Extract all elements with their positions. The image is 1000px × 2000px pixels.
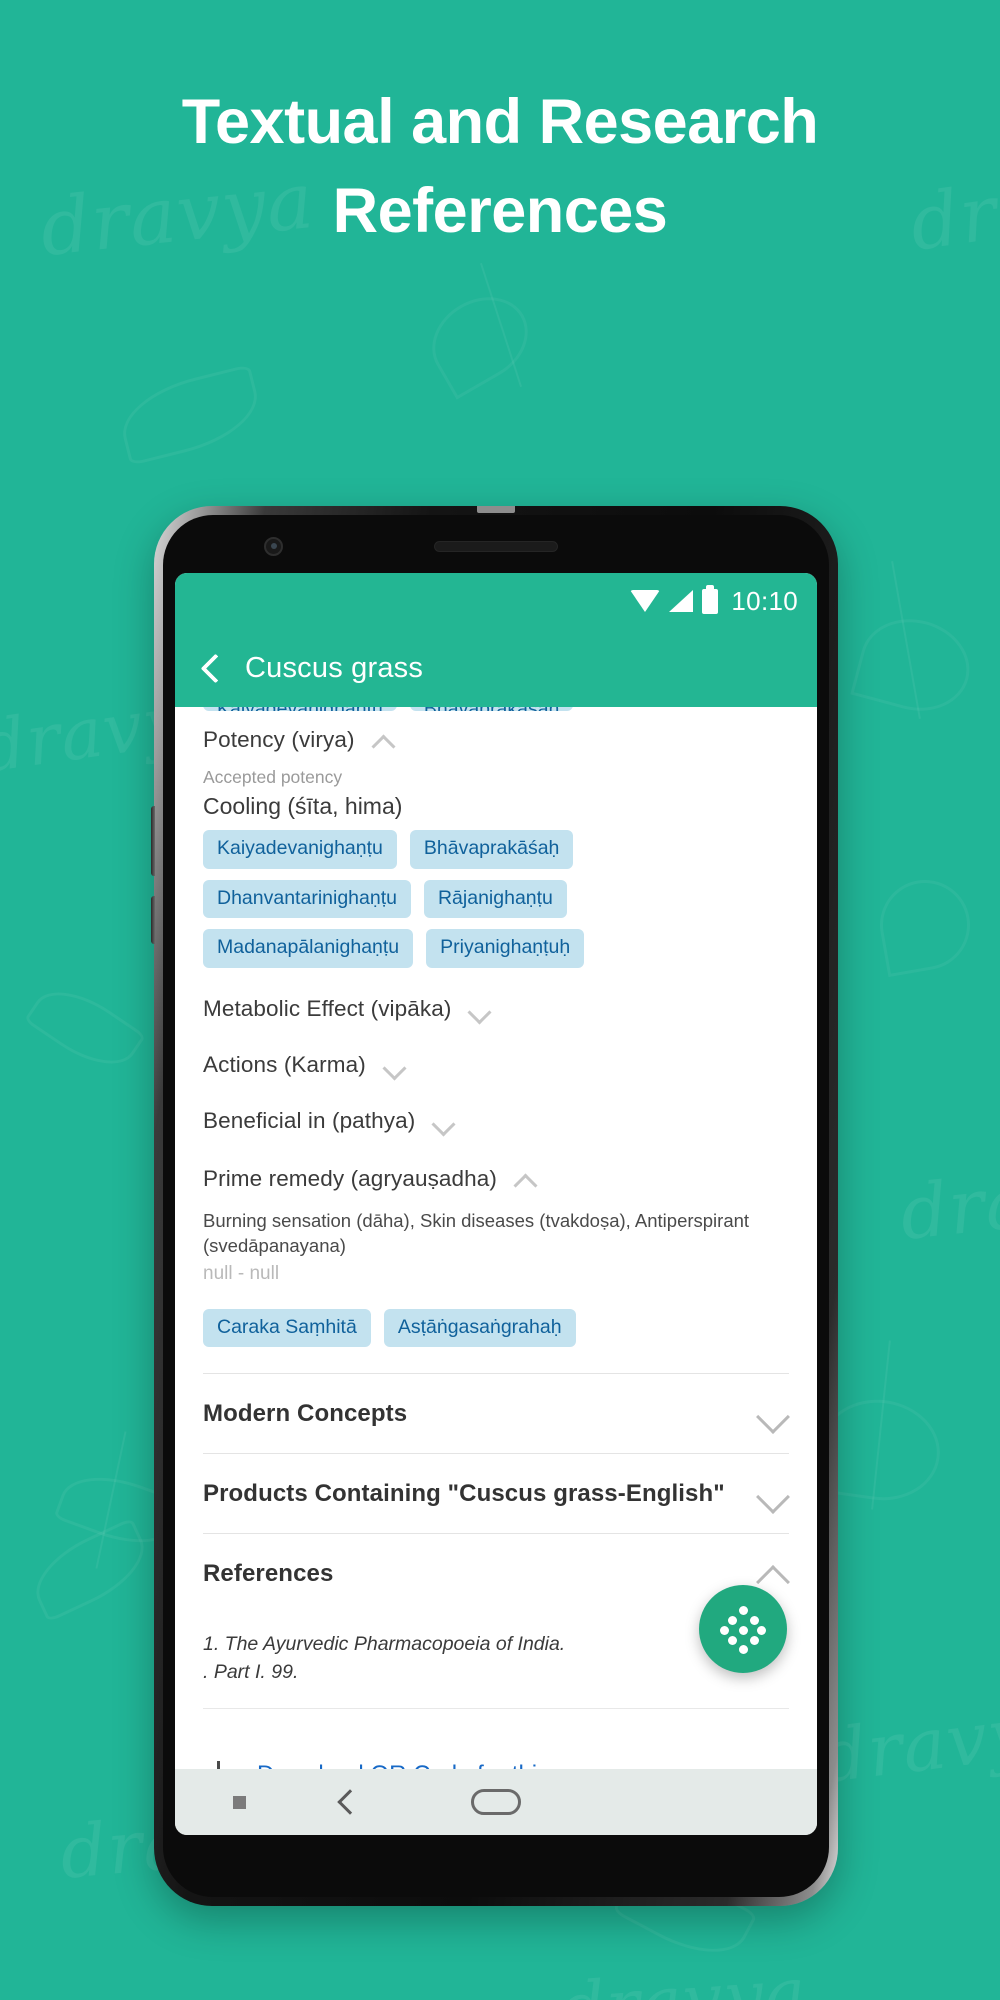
- background-doodle: dravya: [815, 1684, 1000, 1800]
- section-title: Modern Concepts: [203, 1400, 408, 1428]
- prime-remedy-source-chips: Caraka Saṃhitā Asṭāṅgasaṅgrahaḥ: [203, 1308, 789, 1348]
- status-bar: 10:10: [175, 573, 817, 629]
- chip[interactable]: Kaiyadevanighaṇṭu: [203, 830, 397, 869]
- section-products-containing[interactable]: Products Containing "Cuscus grass-Englis…: [203, 1453, 789, 1533]
- background-doodle: dravya: [557, 1951, 809, 2000]
- chip[interactable]: Kaiyadevanighaṇṭu: [203, 707, 397, 711]
- recents-square-icon[interactable]: [233, 1795, 246, 1809]
- accepted-potency-label: Accepted potency: [203, 767, 343, 787]
- section-title: Products Containing "Cuscus grass-Englis…: [203, 1480, 725, 1508]
- chip[interactable]: Caraka Saṃhitā: [203, 1308, 371, 1348]
- leaf-doodle: [113, 364, 267, 466]
- nav-back-icon[interactable]: [337, 1789, 363, 1815]
- prime-remedy-body: Burning sensation (dāha), Skin diseases …: [203, 1209, 750, 1257]
- signal-icon: [669, 590, 694, 612]
- page-headline: Textual and Research References: [0, 78, 1000, 257]
- chevron-down-icon[interactable]: [757, 1485, 789, 1503]
- accordion-beneficial-header[interactable]: Beneficial in (pathya): [203, 1084, 789, 1140]
- phone-mockup: 10:10 Cuscus grass Kaiyadevanighaṇṭu Bhā…: [151, 506, 838, 1906]
- app-bar: Cuscus grass: [175, 629, 817, 707]
- accordion-title: Metabolic Effect (vipāka): [203, 995, 452, 1021]
- accordion-title: Actions (Karma): [203, 1051, 366, 1077]
- leaf-doodle: [22, 1517, 158, 1623]
- battery-icon: [702, 584, 719, 614]
- download-qr-label: Download QR Code for this page.: [257, 1761, 616, 1769]
- potency-source-chips: Kaiyadevanighaṇṭu Bhāvaprakāśaḥ Dhanvant…: [203, 830, 593, 968]
- chip[interactable]: Rājanighaṇṭu: [423, 879, 567, 918]
- headline-line-1: Textual and Research: [181, 87, 819, 157]
- nav-home-pill-icon[interactable]: [471, 1789, 521, 1815]
- front-camera-icon: [264, 537, 283, 556]
- accordion-title: Prime remedy (agryauṣadha): [203, 1165, 497, 1191]
- leaf-doodle: [872, 872, 978, 978]
- earpiece-speaker: [434, 541, 558, 552]
- chip[interactable]: Asṭāṅgasaṅgrahaḥ: [383, 1308, 576, 1348]
- status-bar-clock: 10:10: [731, 585, 798, 616]
- accordion-metabolic-effect-header[interactable]: Metabolic Effect (vipāka): [203, 968, 789, 1028]
- accordion-title: Beneficial in (pathya): [203, 1107, 416, 1133]
- wifi-icon: [630, 590, 661, 612]
- chevron-up-icon[interactable]: [372, 734, 394, 746]
- chevron-down-icon[interactable]: [432, 1115, 454, 1127]
- back-chevron-icon[interactable]: [197, 655, 223, 681]
- chip[interactable]: Dhanvantarinighaṇṭu: [203, 879, 411, 918]
- volume-button[interactable]: [151, 806, 155, 876]
- chip[interactable]: Priyanighaṇṭuḥ: [426, 929, 585, 968]
- sprig-doodle: [891, 561, 921, 719]
- chevron-down-icon[interactable]: [757, 1405, 789, 1423]
- sprig-doodle: [95, 1431, 127, 1569]
- leaf-doodle: [850, 607, 980, 723]
- accordion-title: Potency (virya): [203, 727, 355, 752]
- download-icon: [207, 1761, 231, 1769]
- chip[interactable]: Madanapālanighaṇṭu: [203, 929, 414, 968]
- android-nav-bar: [175, 1769, 817, 1835]
- headline-line-2: References: [332, 176, 668, 247]
- scroll-content[interactable]: Kaiyadevanighaṇṭu Bhāvaprakāśaḥ Potency …: [175, 707, 817, 1769]
- sprig-doodle: [871, 1340, 891, 1510]
- leaf-doodle: [23, 974, 147, 1082]
- section-modern-concepts[interactable]: Modern Concepts: [203, 1373, 789, 1453]
- phone-screen: 10:10 Cuscus grass Kaiyadevanighaṇṭu Bhā…: [175, 573, 817, 1835]
- chevron-down-icon[interactable]: [383, 1059, 405, 1071]
- app-bar-title: Cuscus grass: [245, 651, 424, 684]
- background-doodle: dravy: [896, 1148, 1000, 1258]
- dravya-dots-icon: [720, 1606, 766, 1654]
- phone-antenna-line: [477, 506, 515, 513]
- accepted-potency-value: Cooling (śīta, hima): [203, 793, 403, 819]
- chevron-up-icon[interactable]: [514, 1173, 536, 1185]
- prime-remedy-null-text: null - null: [203, 1262, 280, 1284]
- reference-line: . Part I. 99.: [203, 1660, 299, 1683]
- power-button[interactable]: [151, 896, 155, 944]
- dravya-fab-button[interactable]: [699, 1585, 787, 1673]
- accordion-actions-header[interactable]: Actions (Karma): [203, 1028, 789, 1084]
- chip[interactable]: Bhāvaprakāśaḥ: [409, 707, 574, 711]
- chevron-down-icon[interactable]: [468, 1003, 490, 1015]
- download-qr-row[interactable]: Download QR Code for this page.: [203, 1709, 789, 1769]
- leaf-doodle: [416, 280, 544, 400]
- accordion-prime-remedy-header[interactable]: Prime remedy (agryauṣadha): [203, 1140, 789, 1198]
- section-references[interactable]: References: [203, 1533, 789, 1613]
- accordion-potency-header[interactable]: Potency (virya): [203, 711, 789, 759]
- chip[interactable]: Bhāvaprakāśaḥ: [409, 830, 574, 869]
- sprig-doodle: [479, 262, 523, 388]
- section-title: References: [203, 1560, 334, 1588]
- chevron-up-icon[interactable]: [757, 1565, 789, 1583]
